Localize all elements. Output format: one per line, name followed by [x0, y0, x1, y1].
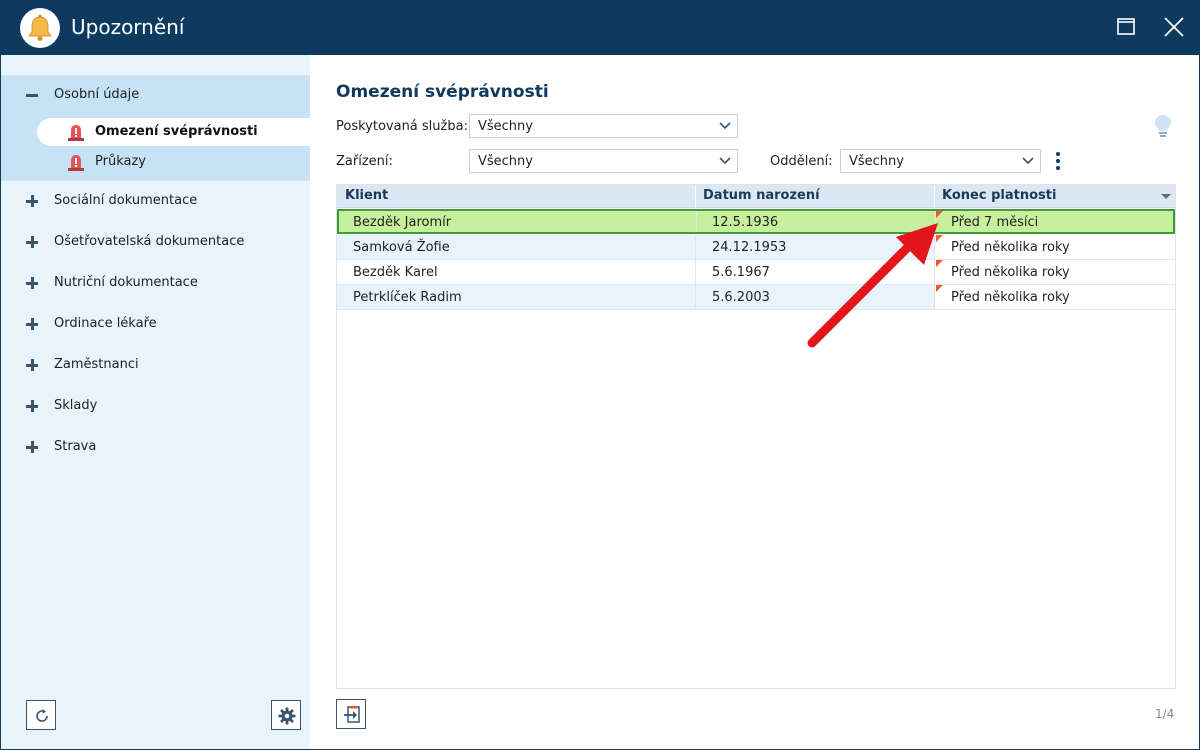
window-title: Upozornění: [71, 15, 185, 39]
cell-datum-narozeni: 5.6.1967: [712, 265, 770, 280]
expand-icon[interactable]: [25, 399, 39, 413]
expand-icon[interactable]: [25, 276, 39, 290]
gear-icon: [278, 707, 296, 725]
chevron-down-icon: [719, 122, 731, 130]
refresh-button[interactable]: [26, 700, 56, 730]
cell-konec-platnosti: Před 7 měsíci: [951, 215, 1039, 230]
table-row[interactable]: Bezděk Karel 5.6.1967 Před několika roky: [337, 260, 1175, 285]
expand-icon[interactable]: [25, 194, 39, 208]
cell-klient: Petrklíček Radim: [353, 290, 462, 305]
cell-klient: Bezděk Jaromír: [353, 215, 452, 230]
service-label: Poskytovaná služba:: [336, 119, 468, 134]
sort-descending-icon[interactable]: [1161, 194, 1171, 199]
cell-datum-narozeni: 24.12.1953: [712, 240, 787, 255]
chevron-down-icon: [719, 157, 731, 165]
chevron-down-icon: [1022, 157, 1034, 165]
maximize-icon[interactable]: [1110, 12, 1142, 44]
kebab-menu-icon[interactable]: [1054, 151, 1062, 171]
annotation-arrow-icon: [807, 223, 938, 348]
collapse-icon[interactable]: [25, 88, 39, 102]
service-select-value: Všechny: [478, 119, 533, 134]
client-grid: Klient Datum narození Konec platnosti Be…: [336, 184, 1176, 689]
sidebar-group-label: Sklady: [54, 398, 98, 413]
sidebar-item-label: Omezení svéprávnosti: [95, 124, 258, 139]
sidebar-group-ordinace-lekare[interactable]: Ordinace lékaře: [1, 311, 310, 339]
cell-klient: Bezděk Karel: [353, 265, 438, 280]
service-select[interactable]: Všechny: [469, 114, 738, 138]
department-label: Oddělení:: [770, 154, 833, 169]
department-select-value: Všechny: [849, 154, 904, 169]
pager: 1/4: [1155, 707, 1175, 721]
grid-header: Klient Datum narození Konec platnosti: [337, 185, 1175, 208]
cell-konec-platnosti: Před několika roky: [951, 290, 1070, 305]
table-row[interactable]: Petrklíček Radim 5.6.2003 Před několika …: [337, 285, 1175, 310]
expand-icon[interactable]: [25, 440, 39, 454]
sidebar-group-label: Sociální dokumentace: [54, 193, 198, 208]
refresh-icon: [36, 709, 48, 722]
export-icon: [344, 706, 360, 723]
cell-datum-narozeni: 5.6.2003: [712, 290, 770, 305]
table-row[interactable]: Samková Žofie 24.12.1953 Před několika r…: [337, 235, 1175, 260]
sidebar-group-strava[interactable]: Strava: [1, 434, 310, 462]
export-button[interactable]: [336, 699, 366, 729]
sidebar-group-label: Strava: [54, 439, 97, 454]
column-header-konec-platnosti[interactable]: Konec platnosti: [942, 188, 1056, 203]
sidebar-group-osetrovatelska-dokumentace[interactable]: Ošetřovatelská dokumentace: [1, 229, 310, 257]
sidebar-group-nutricni-dokumentace[interactable]: Nutriční dokumentace: [1, 270, 310, 298]
title-bar: Upozornění: [0, 0, 1200, 55]
sidebar-item-prukazy[interactable]: Průkazy: [37, 148, 310, 176]
cell-datum-narozeni: 12.5.1936: [712, 215, 779, 230]
sidebar-group-zamestnanci[interactable]: Zaměstnanci: [1, 352, 310, 380]
cell-konec-platnosti: Před několika roky: [951, 240, 1070, 255]
department-select[interactable]: Všechny: [840, 149, 1041, 173]
sidebar-group-label: Osobní údaje: [54, 87, 140, 102]
cell-klient: Samková Žofie: [353, 240, 450, 255]
facility-select-value: Všechny: [478, 154, 533, 169]
sidebar-group-osobni-udaje[interactable]: Osobní údaje: [1, 82, 310, 110]
lightbulb-icon[interactable]: [1153, 114, 1173, 142]
cell-konec-platnosti: Před několika roky: [951, 265, 1070, 280]
settings-button[interactable]: [271, 700, 301, 730]
sidebar-group-socialni-dokumentace[interactable]: Sociální dokumentace: [1, 188, 310, 216]
table-row[interactable]: Bezděk Jaromír 12.5.1936 Před 7 měsíci: [337, 209, 1175, 234]
facility-label: Zařízení:: [336, 154, 393, 169]
column-header-klient[interactable]: Klient: [345, 188, 388, 203]
alarm-light-icon: [67, 154, 85, 175]
close-icon[interactable]: [1158, 12, 1190, 44]
alarm-light-icon: [67, 124, 85, 145]
sidebar-item-omezeni-svepravnosti[interactable]: Omezení svéprávnosti: [37, 118, 310, 146]
expand-icon[interactable]: [25, 317, 39, 331]
column-header-datum-narozeni[interactable]: Datum narození: [703, 188, 820, 203]
sidebar-group-label: Nutriční dokumentace: [54, 275, 198, 290]
expand-icon[interactable]: [25, 235, 39, 249]
sidebar-group-label: Ordinace lékaře: [54, 316, 157, 331]
expand-icon[interactable]: [25, 358, 39, 372]
page-title: Omezení svéprávnosti: [336, 82, 549, 102]
sidebar-item-label: Průkazy: [95, 154, 146, 169]
sidebar: Osobní údaje Omezení svéprávnosti Průkaz…: [1, 55, 310, 749]
sidebar-group-label: Zaměstnanci: [54, 357, 139, 372]
facility-select[interactable]: Všechny: [469, 149, 738, 173]
bell-icon: [20, 8, 60, 48]
sidebar-group-label: Ošetřovatelská dokumentace: [54, 234, 245, 249]
sidebar-group-sklady[interactable]: Sklady: [1, 393, 310, 421]
